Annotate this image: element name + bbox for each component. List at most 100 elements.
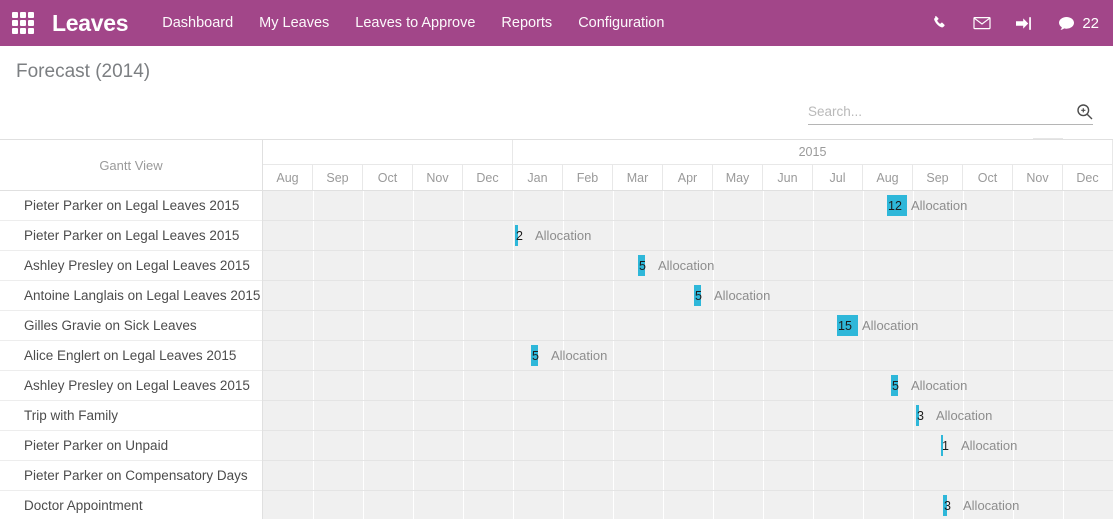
gantt-task-label: Allocation <box>551 348 607 363</box>
gantt-task-value: 3 <box>916 405 924 426</box>
gantt-year-cell: 2015 <box>513 140 1113 164</box>
gantt-task[interactable]: 5 Allocation <box>694 285 770 306</box>
gantt-row-label[interactable]: Alice Englert on Legal Leaves 2015 <box>0 341 262 371</box>
gantt-row-labels: Pieter Parker on Legal Leaves 2015Pieter… <box>0 191 263 519</box>
gantt-task[interactable]: 3Allocation <box>943 495 1019 516</box>
gantt-month-cell[interactable]: Jul <box>813 165 863 190</box>
gantt-view-header-label: Gantt View <box>0 140 263 190</box>
gantt-task-value: 15 <box>837 315 852 336</box>
gantt-task-bar[interactable]: 15 <box>837 315 858 336</box>
menu-dashboard[interactable]: Dashboard <box>162 15 233 31</box>
menu-reports[interactable]: Reports <box>501 15 552 31</box>
gantt-chart-area: 12 Allocation 2 Allocation 5 Allocation 5 Alloc… <box>263 191 1113 519</box>
gantt-chart-row: 12 Allocation <box>263 191 1113 221</box>
gantt-header: Gantt View 2015 AugSepOctNovDecJanFebMar… <box>0 140 1113 191</box>
brand-leaves[interactable]: Leaves <box>52 10 128 37</box>
apps-grid-icon[interactable] <box>10 10 36 36</box>
gantt-year-cell <box>263 140 513 164</box>
gantt-task-bar[interactable]: 5 <box>531 345 538 366</box>
gantt-task[interactable]: 5 Allocation <box>531 345 607 366</box>
phone-icon[interactable] <box>932 15 948 31</box>
gantt-month-cell[interactable]: Jan <box>513 165 563 190</box>
gantt-month-cell[interactable]: May <box>713 165 763 190</box>
gantt-row-label[interactable]: Doctor Appointment <box>0 491 262 519</box>
gantt-task-bar[interactable]: 3 <box>916 405 919 426</box>
gantt-month-cell[interactable]: Dec <box>463 165 513 190</box>
gantt-task-value: 5 <box>638 255 646 276</box>
gantt-month-cell[interactable]: Oct <box>363 165 413 190</box>
gantt-month-cell[interactable]: Jun <box>763 165 813 190</box>
gantt-task-label: Allocation <box>862 318 918 333</box>
gantt-month-cell[interactable]: Mar <box>613 165 663 190</box>
gantt-row-label[interactable]: Pieter Parker on Legal Leaves 2015 <box>0 221 262 251</box>
gantt-task-value: 12 <box>887 195 902 216</box>
search-plus-icon[interactable] <box>1076 103 1093 120</box>
gantt-chart-row: 5 Allocation <box>263 251 1113 281</box>
gantt-task-bar[interactable]: 1 <box>941 435 943 456</box>
gantt-row-label[interactable]: Pieter Parker on Legal Leaves 2015 <box>0 191 262 221</box>
gantt-task-value: 1 <box>941 435 949 456</box>
gantt-task[interactable]: 15 Allocation <box>837 315 918 336</box>
gantt-task-label: Allocation <box>911 378 967 393</box>
gantt-row-label[interactable]: Antoine Langlais on Legal Leaves 2015 <box>0 281 262 311</box>
envelope-icon[interactable] <box>973 16 991 30</box>
gantt-chart-row: 15 Allocation <box>263 311 1113 341</box>
gantt-time-header: 2015 AugSepOctNovDecJanFebMarAprMayJunJu… <box>263 140 1113 190</box>
gantt-task-value: 2 <box>515 225 523 246</box>
search-input[interactable] <box>808 104 1076 119</box>
gantt-month-cell[interactable]: Apr <box>663 165 713 190</box>
gantt-month-cell[interactable]: Sep <box>313 165 363 190</box>
page-title: Forecast (2014) <box>16 46 1097 84</box>
gantt-row-label[interactable]: Pieter Parker on Unpaid <box>0 431 262 461</box>
menu-my-leaves[interactable]: My Leaves <box>259 15 329 31</box>
messages-counter[interactable]: 22 <box>1058 15 1099 32</box>
gantt-month-cell[interactable]: Sep <box>913 165 963 190</box>
gantt-row-label[interactable]: Ashley Presley on Legal Leaves 2015 <box>0 251 262 281</box>
gantt-month-cell[interactable]: Nov <box>413 165 463 190</box>
gantt-chart: Gantt View 2015 AugSepOctNovDecJanFebMar… <box>0 139 1113 519</box>
gantt-row-label[interactable]: Gilles Gravie on Sick Leaves <box>0 311 262 341</box>
messages-count-label: 22 <box>1082 15 1099 32</box>
gantt-month-cell[interactable]: Dec <box>1063 165 1113 190</box>
gantt-task-bar[interactable]: 5 <box>891 375 898 396</box>
gantt-month-cell[interactable]: Aug <box>863 165 913 190</box>
gantt-month-cell[interactable]: Oct <box>963 165 1013 190</box>
gantt-task-value: 5 <box>694 285 702 306</box>
search-box[interactable] <box>808 103 1093 125</box>
sign-in-icon[interactable] <box>1016 16 1033 31</box>
menu-leaves-to-approve[interactable]: Leaves to Approve <box>355 15 475 31</box>
gantt-task-bar[interactable]: 5 <box>694 285 701 306</box>
gantt-year-row: 2015 <box>263 140 1113 165</box>
gantt-task[interactable]: 2 Allocation <box>515 225 591 246</box>
gantt-task-bar[interactable]: 12 <box>887 195 907 216</box>
gantt-task-bar[interactable]: 5 <box>638 255 645 276</box>
gantt-task-label: Allocation <box>714 288 770 303</box>
gantt-month-cell[interactable]: Nov <box>1013 165 1063 190</box>
top-navbar: Leaves Dashboard My Leaves Leaves to App… <box>0 0 1113 46</box>
gantt-task[interactable]: 5 Allocation <box>891 375 967 396</box>
gantt-task[interactable]: 12 Allocation <box>887 195 967 216</box>
gantt-task-bar[interactable]: 3 <box>943 495 947 516</box>
gantt-row-label[interactable]: Trip with Family <box>0 401 262 431</box>
gantt-task[interactable]: 3 Allocation <box>916 405 992 426</box>
gantt-task-label: Allocation <box>535 228 591 243</box>
gantt-task-label: Allocation <box>936 408 992 423</box>
gantt-task-label: Allocation <box>911 198 967 213</box>
gantt-month-cell[interactable]: Feb <box>563 165 613 190</box>
gantt-task-bar[interactable]: 2 <box>515 225 518 246</box>
gantt-task[interactable]: 1Allocation <box>941 435 1017 456</box>
gantt-chart-row: 3 Allocation <box>263 401 1113 431</box>
gantt-task-label: Allocation <box>658 258 714 273</box>
gantt-month-cell[interactable]: Aug <box>263 165 313 190</box>
gantt-chart-row: 5 Allocation <box>263 341 1113 371</box>
gantt-task[interactable]: 5 Allocation <box>638 255 714 276</box>
menu-configuration[interactable]: Configuration <box>578 15 664 31</box>
control-panel: Forecast (2014) TODAY <box>0 46 1113 139</box>
main-menu: Dashboard My Leaves Leaves to Approve Re… <box>162 15 664 31</box>
gantt-row-label[interactable]: Pieter Parker on Compensatory Days <box>0 461 262 491</box>
gantt-body: Pieter Parker on Legal Leaves 2015Pieter… <box>0 191 1113 519</box>
gantt-chart-row <box>263 461 1113 491</box>
gantt-row-label[interactable]: Ashley Presley on Legal Leaves 2015 <box>0 371 262 401</box>
gantt-chart-row: 5 Allocation <box>263 371 1113 401</box>
gantt-chart-row: 5 Allocation <box>263 281 1113 311</box>
